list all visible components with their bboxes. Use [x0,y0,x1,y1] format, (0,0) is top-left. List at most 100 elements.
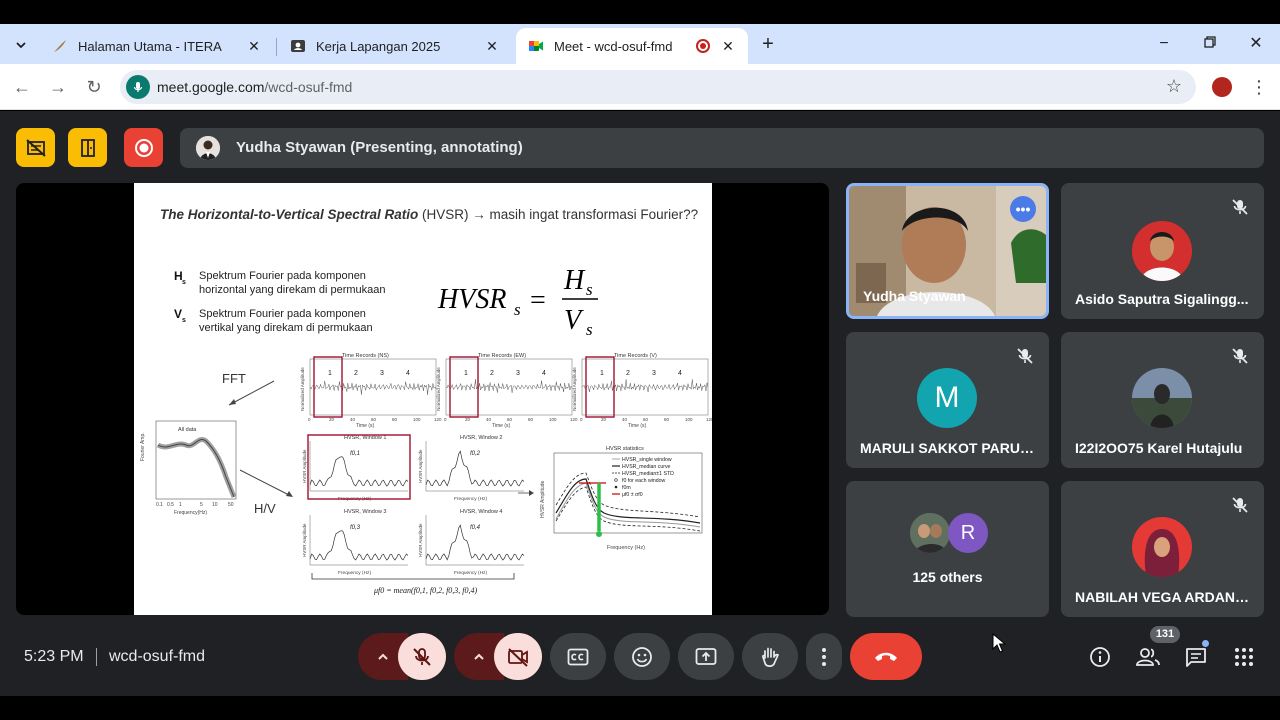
new-tab-button[interactable]: + [756,33,780,57]
activities-button[interactable] [1231,644,1257,670]
spectrum-tick: 5 [200,502,203,508]
close-icon[interactable]: ✕ [720,38,736,55]
window-highlight [307,434,411,500]
back-button[interactable]: ← [10,75,34,99]
close-window-button[interactable]: ✕ [1244,32,1268,56]
time-tick: 60 [371,417,377,422]
time-tick: 40 [350,417,356,422]
people-icon [1136,648,1160,666]
time-tick: 100 [549,417,557,422]
participant-tile-karel[interactable]: I22I2OO75 Karel Hutajulu [1061,332,1264,468]
time-tick: 80 [528,417,534,422]
participant-tile-nabilah[interactable]: NABILAH VEGA ARDANI... [1061,481,1264,617]
participant-name: Yudha Styawan [863,288,966,304]
tab-meet[interactable]: Meet - wcd-osuf-fmd ✕ [516,28,748,64]
mic-toggle-button[interactable] [398,633,446,680]
camera-toggle-button[interactable] [494,633,542,680]
tab-search-button[interactable] [8,32,34,58]
people-button[interactable] [1135,644,1161,670]
participant-tile-others[interactable]: R 125 others [846,481,1049,617]
more-options-button[interactable] [806,633,842,680]
more-options-button[interactable]: ••• [1010,196,1036,222]
mic-off-icon [1017,348,1033,364]
captions-button[interactable] [550,633,606,680]
door-icon [80,138,95,157]
time-tick: 80 [392,417,398,422]
participant-tile-yudha[interactable]: ••• Yudha Styawan [846,183,1049,319]
browser-toolbar: ← → ↻ meet.google.com/wcd-osuf-fmd ☆ ⋮ [0,64,1280,110]
reactions-button[interactable] [614,633,670,680]
restore-button[interactable] [1198,32,1222,56]
breakout-button[interactable] [68,128,107,167]
camera-off-icon [508,647,528,667]
hvsr-windows-group: HVSR, Window 1 f0,1 Frequency (Hz) HVSR Amp… [302,434,525,576]
hvsr-statistics-plot: HVSR statistics HVSR Amplitude Frequency… [540,446,703,551]
mean-formula: μf0 = mean(f0,1, f0,2, f0,3, f0,4) [373,586,478,595]
time-tick: 120 [706,417,712,422]
participant-tile-maruli[interactable]: M MARULI SAKKOT PARUL... [846,332,1049,468]
window-number: 2 [626,370,630,377]
time-ylabel: Normalized Amplitude [572,367,577,411]
meeting-details-button[interactable] [1087,644,1113,670]
tab-halaman-utama[interactable]: Halaman Utama - ITERA ✕ [40,28,274,64]
hvsr-formula: HVSR s = H s V s [437,265,598,339]
hvsr-curve [309,456,409,487]
chevron-down-icon [16,42,26,49]
window-number: 4 [678,370,682,377]
close-icon[interactable]: ✕ [246,38,262,55]
browser-menu-button[interactable]: ⋮ [1250,75,1268,99]
url-text: meet.google.com/wcd-osuf-fmd [157,79,352,95]
avatar-letter: R [960,521,976,544]
participant-avatar [1132,368,1192,428]
profile-avatar[interactable] [1212,77,1232,97]
reload-button[interactable]: ↻ [82,75,106,99]
tab-strip: Halaman Utama - ITERA ✕ Kerja Lapangan 2… [0,24,1280,64]
time-records-group: Time Records (NS) 1 2 3 4 Time (s) Normalized … [300,353,714,429]
letterbox-bottom [0,696,1280,720]
stats-ylabel: HVSR Amplitude [540,481,546,518]
chevron-up-icon [474,653,484,660]
time-tick: 40 [622,417,628,422]
fft-label: FFT [222,371,246,386]
stats-legend-item: HVSR_single window [622,457,672,463]
mic-off-icon [1232,497,1248,513]
presenter-label: Yudha Styawan (Presenting, annotating) [236,139,523,156]
minimize-button[interactable]: − [1152,32,1176,56]
close-icon[interactable]: ✕ [484,38,500,55]
spectrum-tick: 50 [228,502,234,508]
time-tick: 120 [434,417,442,422]
forward-button[interactable]: → [46,75,70,99]
participant-name: 125 others [912,569,983,585]
apps-grid-icon [1235,648,1253,666]
leave-call-button[interactable] [850,633,922,680]
spectrum-tick: 1 [179,502,182,508]
window-number: 4 [406,370,410,377]
slide-title-italic: The Horizontal-to-Vertical Spectral Rati… [160,207,418,222]
restore-icon [1204,36,1216,48]
address-bar[interactable]: meet.google.com/wcd-osuf-fmd ☆ [120,70,1196,104]
divider [96,648,97,666]
chat-button[interactable] [1183,644,1209,670]
present-screen-icon [695,647,717,665]
mic-active-icon[interactable] [126,75,150,99]
participant-tile-asido[interactable]: Asido Saputra Sigalingg... [1061,183,1264,319]
feather-icon [52,38,68,54]
meet-icon [528,38,544,54]
time-record-title: Time Records (V) [614,353,657,359]
window-number: 1 [328,370,332,377]
host-tools-button[interactable] [16,128,55,167]
spectrum-xlabel: Frequency(Hz) [174,510,207,516]
recording-button[interactable] [124,128,163,167]
time-tick: 100 [413,417,421,422]
presenter-avatar [196,136,220,160]
raise-hand-button[interactable] [742,633,798,680]
spectrum-title: All data [178,427,197,433]
hs-desc-1: Spektrum Fourier pada komponen [199,270,366,282]
present-button[interactable] [678,633,734,680]
tab-kerja-lapangan[interactable]: Kerja Lapangan 2025 ✕ [278,28,512,64]
tab-divider [276,38,277,56]
time-xlabel: Time (s) [356,423,374,429]
stats-xlabel: Frequency (Hz) [607,545,645,551]
bookmark-star-icon[interactable]: ☆ [1166,76,1182,97]
participant-name: NABILAH VEGA ARDANI... [1075,589,1250,605]
